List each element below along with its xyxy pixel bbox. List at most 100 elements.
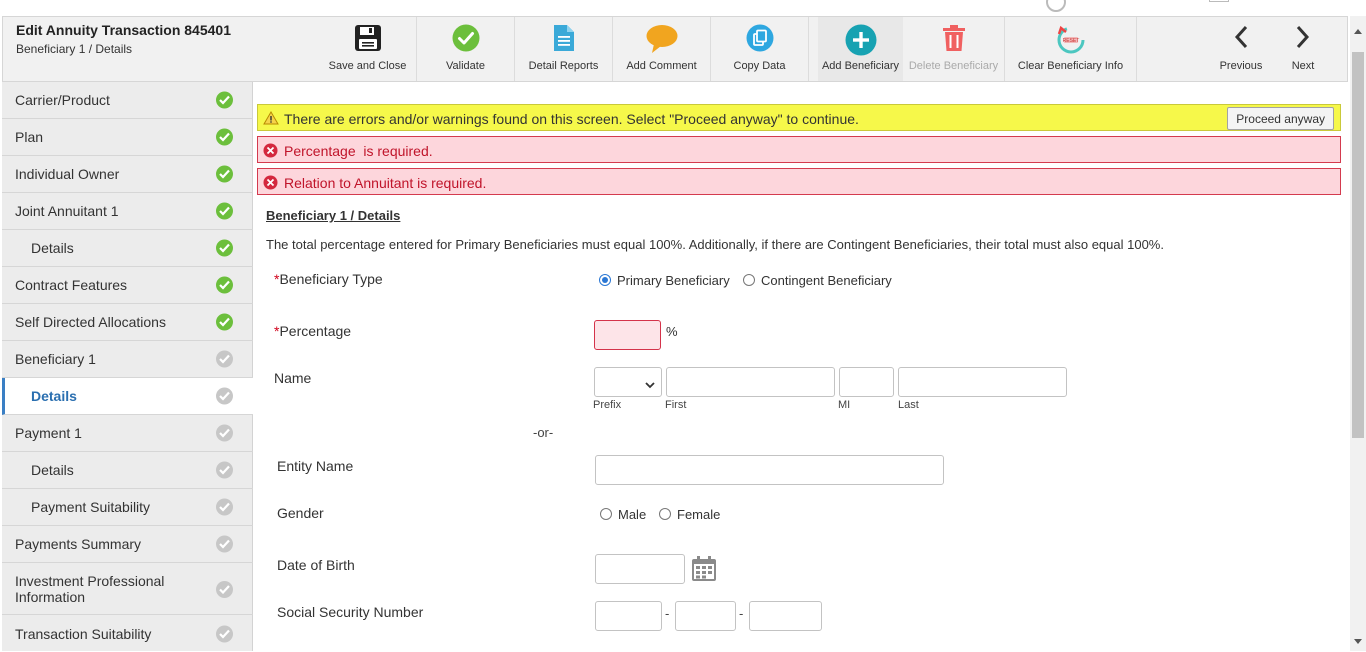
sidebar-item-beneficiary-1[interactable]: Beneficiary 1 xyxy=(2,341,253,378)
incomplete-check-icon xyxy=(216,535,233,553)
entity-name-input[interactable] xyxy=(595,455,944,485)
vertical-scrollbar[interactable] xyxy=(1350,16,1366,651)
primary-beneficiary-radio[interactable] xyxy=(599,274,611,286)
date-of-birth-input[interactable] xyxy=(595,554,685,584)
sidebar-item-individual-owner[interactable]: Individual Owner xyxy=(2,156,253,193)
first-sublabel: First xyxy=(665,399,687,411)
error-banner-percentage: Percentage is required. xyxy=(257,136,1341,163)
sidebar-item-joint-annuitant-1[interactable]: Joint Annuitant 1 xyxy=(2,193,253,230)
chevron-down-icon xyxy=(645,377,655,392)
incomplete-check-icon xyxy=(216,461,233,479)
sidebar-item-self-directed-allocations[interactable]: Self Directed Allocations xyxy=(2,304,253,341)
scroll-up-icon[interactable] xyxy=(1354,22,1362,37)
trash-icon xyxy=(942,24,966,55)
validate-button[interactable]: Validate xyxy=(417,17,515,81)
sidebar-item-investment-professional[interactable]: Investment Professional Information xyxy=(2,563,253,615)
ssn-label: Social Security Number xyxy=(277,604,424,620)
primary-beneficiary-label: Primary Beneficiary xyxy=(617,273,730,288)
header-toolbar: Edit Annuity Transaction 845401 Benefici… xyxy=(2,16,1348,82)
scroll-down-icon[interactable] xyxy=(1354,632,1362,647)
sidebar-item-payment-1[interactable]: Payment 1 xyxy=(2,415,253,452)
last-name-input[interactable] xyxy=(898,367,1067,397)
percentage-input[interactable] xyxy=(594,320,661,350)
complete-check-icon xyxy=(216,313,233,331)
complete-check-icon xyxy=(216,128,233,146)
warning-text: There are errors and/or warnings found o… xyxy=(284,111,859,127)
error-banner-relation: Relation to Annuitant is required. xyxy=(257,168,1341,195)
complete-check-icon xyxy=(216,202,233,220)
sidebar-item-carrier-product[interactable]: Carrier/Product xyxy=(2,82,253,119)
male-radio[interactable] xyxy=(600,508,612,520)
copy-data-button[interactable]: Copy Data xyxy=(711,17,809,81)
sidebar-item-joint-annuitant-details[interactable]: Details xyxy=(2,230,253,267)
add-comment-button[interactable]: Add Comment xyxy=(613,17,711,81)
complete-check-icon xyxy=(216,239,233,257)
chevron-right-icon xyxy=(1295,24,1311,53)
speech-bubble-icon xyxy=(646,24,678,57)
sidebar-item-payment-suitability[interactable]: Payment Suitability xyxy=(2,489,253,526)
female-radio[interactable] xyxy=(659,508,671,520)
page-subtitle: Beneficiary 1 / Details xyxy=(16,42,133,56)
complete-check-icon xyxy=(216,165,233,183)
percentage-label: *Percentage xyxy=(274,323,352,339)
first-name-input[interactable] xyxy=(666,367,835,397)
error-text: Relation to Annuitant is required. xyxy=(284,175,487,191)
ssn-part2-input[interactable] xyxy=(675,601,736,631)
error-x-icon xyxy=(263,143,278,161)
or-separator: -or- xyxy=(533,425,554,440)
delete-beneficiary-button[interactable]: Delete Beneficiary xyxy=(903,17,1005,81)
ssn-dash: - xyxy=(739,606,744,621)
gender-label: Gender xyxy=(277,505,324,521)
incomplete-check-icon xyxy=(216,498,233,516)
svg-text:RESET: RESET xyxy=(1062,38,1079,44)
male-label: Male xyxy=(618,507,647,522)
previous-button[interactable]: Previous xyxy=(1211,17,1271,81)
scrollbar-thumb[interactable] xyxy=(1352,52,1364,438)
ssn-part3-input[interactable] xyxy=(749,601,822,631)
copy-icon xyxy=(746,24,774,55)
proceed-anyway-button[interactable]: Proceed anyway xyxy=(1227,107,1334,130)
contingent-beneficiary-radio[interactable] xyxy=(743,274,755,286)
sidebar-item-payment-details[interactable]: Details xyxy=(2,452,253,489)
sidebar-item-plan[interactable]: Plan xyxy=(2,119,253,156)
ssn-part1-input[interactable] xyxy=(595,601,662,631)
mi-sublabel: MI xyxy=(838,399,851,411)
sidebar-item-transaction-suitability[interactable]: Transaction Suitability xyxy=(2,615,253,652)
warning-banner: There are errors and/or warnings found o… xyxy=(257,104,1341,131)
incomplete-check-icon xyxy=(216,387,233,405)
last-sublabel: Last xyxy=(898,399,919,411)
save-close-button[interactable]: Save and Close xyxy=(319,17,417,81)
top-strip xyxy=(0,0,1350,16)
prefix-sublabel: Prefix xyxy=(593,399,622,411)
incomplete-check-icon xyxy=(216,350,233,368)
prefix-select[interactable] xyxy=(594,367,662,397)
sidebar-item-payments-summary[interactable]: Payments Summary xyxy=(2,526,253,563)
incomplete-check-icon xyxy=(216,424,233,442)
calendar-icon xyxy=(1209,0,1229,2)
complete-check-icon xyxy=(216,276,233,294)
calendar-icon[interactable] xyxy=(691,555,717,585)
middle-initial-input[interactable] xyxy=(839,367,894,397)
error-text: Percentage is required. xyxy=(284,143,433,159)
chevron-left-icon xyxy=(1233,24,1249,53)
page-title: Edit Annuity Transaction 845401 xyxy=(16,22,231,38)
document-icon xyxy=(553,24,575,55)
error-x-icon xyxy=(263,175,278,193)
percentage-info-text: The total percentage entered for Primary… xyxy=(266,237,1164,252)
warning-triangle-icon xyxy=(263,111,279,128)
sidebar-item-contract-features[interactable]: Contract Features xyxy=(2,267,253,304)
ssn-dash: - xyxy=(665,606,670,621)
reset-icon: RESET xyxy=(1055,24,1087,59)
percent-sign: % xyxy=(666,324,678,339)
female-label: Female xyxy=(677,507,721,522)
section-title: Beneficiary 1 / Details xyxy=(266,208,401,223)
next-button[interactable]: Next xyxy=(1275,17,1331,81)
incomplete-check-icon xyxy=(216,625,233,642)
date-of-birth-label: Date of Birth xyxy=(277,557,355,573)
entity-name-label: Entity Name xyxy=(277,458,354,474)
sidebar-item-beneficiary-details[interactable]: Details xyxy=(2,378,253,415)
detail-reports-button[interactable]: Detail Reports xyxy=(515,17,613,81)
incomplete-check-icon xyxy=(216,581,233,598)
add-beneficiary-button[interactable]: Add Beneficiary xyxy=(818,17,903,81)
clear-beneficiary-info-button[interactable]: RESET Clear Beneficiary Info xyxy=(1005,17,1137,81)
